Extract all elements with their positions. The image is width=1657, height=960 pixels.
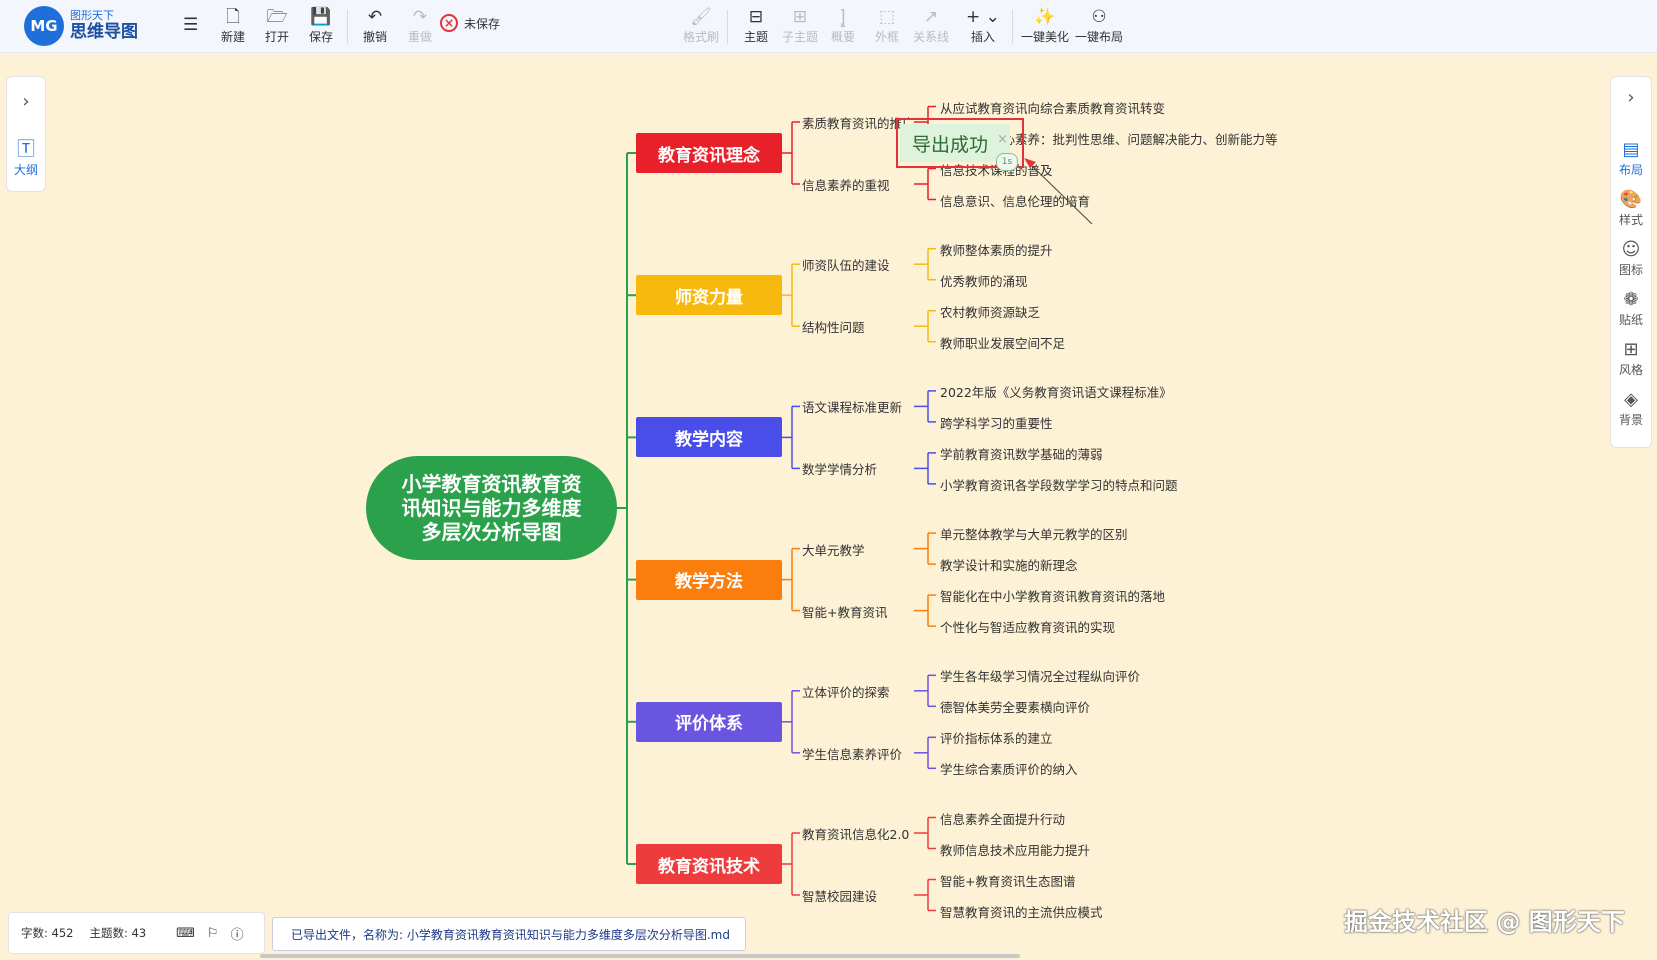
keyboard-icon[interactable]: ⌨ <box>176 926 195 941</box>
subtopic[interactable]: 结构性问题 <box>802 317 865 336</box>
toast-body: 导出成功 × <box>900 124 1010 162</box>
branch-topic[interactable]: 评价体系 <box>636 701 782 742</box>
subtopic[interactable]: 语文课程标准更新 <box>802 397 902 416</box>
leaf-topic[interactable]: 农村教师资源缺乏 <box>940 302 1040 321</box>
leaf-topic[interactable]: 教师职业发展空间不足 <box>940 333 1065 352</box>
leaf-topic[interactable]: 优秀教师的涌现 <box>940 271 1028 290</box>
leaf-topic[interactable]: 小学教育资讯各学段数学学习的特点和问题 <box>940 475 1178 494</box>
subtopic[interactable]: 智慧校园建设 <box>802 886 877 905</box>
leaf-topic[interactable]: 学前教育资讯数学基础的薄弱 <box>940 444 1103 463</box>
leaf-topic[interactable]: 教师信息技术应用能力提升 <box>940 840 1090 859</box>
leaf-topic[interactable]: 智能化在中小学教育资讯教育资讯的落地 <box>940 586 1165 605</box>
flag-icon[interactable]: ⚐ <box>207 926 219 941</box>
leaf-topic[interactable]: 跨学科学习的重要性 <box>940 413 1053 432</box>
toast-message: 导出成功 <box>912 133 989 156</box>
leaf-topic[interactable]: 教学设计和实施的新理念 <box>940 555 1078 574</box>
connector-lines <box>617 105 936 912</box>
export-message: 已导出文件，名称为: 小学教育资讯教育资讯知识与能力多维度多层次分析导图.md <box>272 917 746 951</box>
subtopic[interactable]: 智能+教育资讯 <box>802 602 887 621</box>
branch-topic[interactable]: 教学方法 <box>636 559 782 600</box>
word-count: 字数: 452 <box>21 926 74 940</box>
topic-count: 主题数: 43 <box>89 926 147 940</box>
leaf-topic[interactable]: 2022年版《义务教育资讯语文课程标准》 <box>940 382 1172 401</box>
leaf-topic[interactable]: 从应试教育资讯向综合素质教育资讯转变 <box>940 98 1165 117</box>
leaf-topic[interactable]: 信息素养全面提升行动 <box>940 809 1065 828</box>
leaf-topic[interactable]: 个性化与智适应教育资讯的实现 <box>940 617 1115 636</box>
subtopic[interactable]: 教育资讯信息化2.0 <box>802 824 909 843</box>
subtopic[interactable]: 学生信息素养评价 <box>802 744 902 763</box>
close-icon[interactable]: × <box>997 132 1008 147</box>
watermark: 掘金技术社区 @ 图形天下 <box>1344 908 1625 936</box>
subtopic[interactable]: 数学学情分析 <box>802 459 877 478</box>
subtopic[interactable]: 大单元教学 <box>802 540 865 559</box>
leaf-topic[interactable]: 学生各年级学习情况全过程纵向评价 <box>940 666 1140 685</box>
leaf-topic[interactable]: 单元整体教学与大单元教学的区别 <box>940 524 1128 543</box>
horizontal-scrollbar[interactable] <box>260 954 1020 958</box>
root-topic[interactable]: 小学教育资讯教育资 讯知识与能力多维度 多层次分析导图 <box>366 456 617 560</box>
branch-topic[interactable]: 教学内容 <box>636 417 782 458</box>
leaf-topic[interactable]: 教师整体素质的提升 <box>940 240 1053 259</box>
toast-timer: 1s <box>996 153 1018 171</box>
subtopic[interactable]: 信息素养的重视 <box>802 175 890 194</box>
branch-topic[interactable]: 师资力量 <box>636 275 782 316</box>
export-success-toast: 导出成功 × 1s <box>896 118 1024 171</box>
subtopic[interactable]: 立体评价的探索 <box>802 682 890 701</box>
leaf-topic[interactable]: 学生综合素质评价的纳入 <box>940 759 1078 778</box>
leaf-topic[interactable]: 智能+教育资讯生态图谱 <box>940 871 1075 890</box>
leaf-topic[interactable]: 德智体美劳全要素横向评价 <box>940 697 1090 716</box>
branch-topic[interactable]: 教育资讯技术 <box>636 844 782 884</box>
status-bar: 字数: 452 主题数: 43 ⌨ ⚐ ⓘ <box>8 912 265 954</box>
info-icon[interactable]: ⓘ <box>231 924 244 943</box>
leaf-topic[interactable]: 信息意识、信息伦理的培育 <box>940 191 1090 210</box>
subtopic[interactable]: 师资队伍的建设 <box>802 255 890 274</box>
leaf-topic[interactable]: 智慧教育资讯的主流供应模式 <box>940 902 1103 921</box>
branch-topic[interactable]: 教育资讯理念 <box>636 133 782 173</box>
leaf-topic[interactable]: 评价指标体系的建立 <box>940 728 1053 747</box>
